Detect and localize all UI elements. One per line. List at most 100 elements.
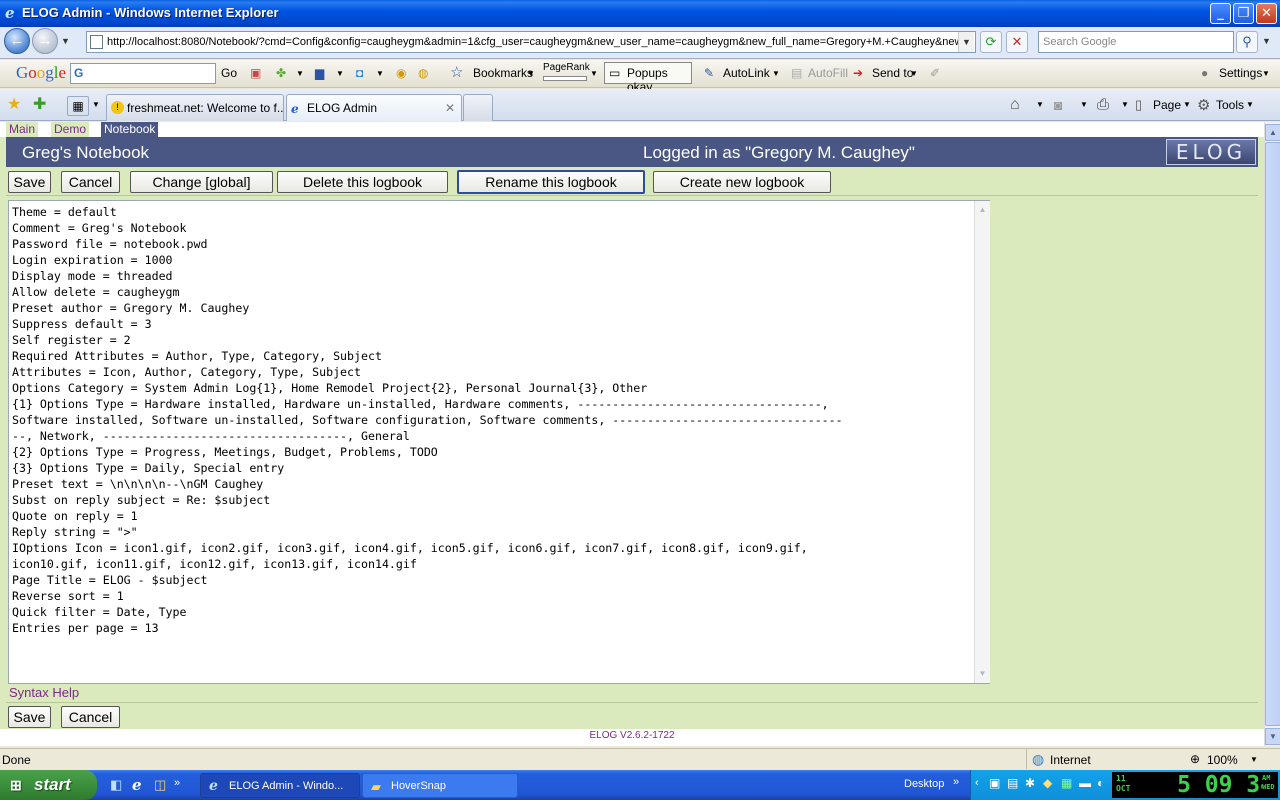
address-dropdown-icon[interactable]: ▼ xyxy=(958,32,974,52)
tab-freshmeat[interactable]: ! freshmeat.net: Welcome to f... xyxy=(106,94,284,121)
taskbar-item-elog-admin[interactable]: e ELOG Admin - Windo... xyxy=(200,773,360,798)
sendto-button[interactable]: Send to xyxy=(872,66,913,80)
logbook-tab-main[interactable]: Main xyxy=(6,122,39,137)
tray-lan-icon[interactable]: ▦ xyxy=(1061,776,1072,790)
scroll-down-icon[interactable]: ▼ xyxy=(1265,728,1280,745)
puzzle-dropdown-icon[interactable]: ▼ xyxy=(296,69,304,78)
puzzle-icon[interactable]: ✤ xyxy=(276,66,286,80)
address-bar[interactable]: http://localhost:8080/Notebook/?cmd=Conf… xyxy=(86,31,976,53)
tray-shield-icon[interactable]: ◆ xyxy=(1043,776,1052,790)
start-button[interactable]: ⊞ start xyxy=(0,770,97,800)
back-button[interactable]: ← xyxy=(4,28,30,54)
search-options-dropdown-icon[interactable]: ▼ xyxy=(1262,36,1271,46)
google-go-button[interactable]: Go xyxy=(221,66,237,80)
autolink-dropdown-icon[interactable]: ▼ xyxy=(772,69,780,78)
feeds-dropdown-icon[interactable]: ▼ xyxy=(1080,100,1088,109)
settings-gear-icon[interactable]: ● xyxy=(1201,66,1208,80)
pencil-icon[interactable]: ✐ xyxy=(930,66,940,80)
autolink-icon[interactable]: ✎ xyxy=(704,66,714,80)
refresh-button[interactable]: ⟳ xyxy=(980,31,1002,53)
cancel-button[interactable]: Cancel xyxy=(61,171,120,193)
tools-menu-button[interactable]: Tools xyxy=(1216,98,1244,112)
history-dropdown-icon[interactable]: ▼ xyxy=(61,36,70,46)
bookmarks-dropdown-icon[interactable]: ▼ xyxy=(527,69,535,78)
print-dropdown-icon[interactable]: ▼ xyxy=(1121,100,1129,109)
settings-dropdown-icon[interactable]: ▼ xyxy=(1262,69,1270,78)
page-dropdown-icon[interactable]: ▼ xyxy=(1183,100,1191,109)
show-desktop-icon[interactable]: ◧ xyxy=(110,777,122,793)
minimize-button[interactable]: _ xyxy=(1210,3,1231,24)
tray-network-icon[interactable]: ▣ xyxy=(989,776,1000,790)
elog-logo[interactable]: ELOG xyxy=(1166,139,1256,165)
tray-monitor-icon[interactable]: ▤ xyxy=(1007,776,1018,790)
save-button[interactable]: Save xyxy=(8,171,51,193)
config-text[interactable]: Theme = default Comment = Greg's Noteboo… xyxy=(12,204,970,680)
maximize-button[interactable]: ❐ xyxy=(1233,3,1254,24)
autolink-button[interactable]: AutoLink xyxy=(723,66,770,80)
bookmarks-button[interactable]: Bookmarks xyxy=(473,66,533,80)
security-zone[interactable]: Internet xyxy=(1050,753,1091,767)
window-title-bar[interactable]: e ELOG Admin - Windows Internet Explorer xyxy=(0,0,1280,27)
save-disk-icon[interactable]: ▆ xyxy=(315,66,324,80)
quicklaunch-outlook-icon[interactable]: ◫ xyxy=(154,777,166,793)
search-icon[interactable]: ⚲ xyxy=(1236,31,1258,53)
favorites-star-icon[interactable]: ★ xyxy=(7,94,21,114)
spellcheck-icon[interactable]: ◉ xyxy=(396,66,406,80)
stop-button[interactable]: ✕ xyxy=(1006,31,1028,53)
desktop-toolbar-label[interactable]: Desktop xyxy=(904,778,944,790)
new-tab-button[interactable] xyxy=(463,94,493,121)
logbook-tab-demo[interactable]: Demo xyxy=(51,122,90,137)
change-global-button[interactable]: Change [global] xyxy=(130,171,273,193)
sendto-dropdown-icon[interactable]: ▼ xyxy=(910,69,918,78)
elog-version-footer[interactable]: ELOG V2.6.2-1722 xyxy=(0,729,1264,746)
page-scrollbar[interactable]: ▲ ▼ xyxy=(1264,122,1280,746)
close-window-button[interactable]: ✕ xyxy=(1256,3,1277,24)
page-menu-button[interactable]: Page xyxy=(1153,98,1181,112)
pagerank-dropdown-icon[interactable]: ▼ xyxy=(590,69,598,78)
google-search-input[interactable]: G xyxy=(70,63,216,84)
quicklaunch-more-icon[interactable]: » xyxy=(174,777,180,789)
scroll-thumb[interactable] xyxy=(1265,142,1280,726)
delete-logbook-button[interactable]: Delete this logbook xyxy=(277,171,448,193)
create-logbook-button[interactable]: Create new logbook xyxy=(653,171,831,193)
taskbar-item-hoversnap[interactable]: ▰ HoverSnap xyxy=(362,773,518,798)
gmail-dropdown-icon[interactable]: ▼ xyxy=(376,69,384,78)
tray-drive-icon[interactable]: ▬ xyxy=(1079,776,1091,790)
highlight-icon[interactable]: ◍ xyxy=(418,66,428,80)
quicklaunch-ie-icon[interactable]: e xyxy=(132,776,142,794)
tray-expand-icon[interactable]: ‹ xyxy=(975,777,979,789)
zoom-dropdown-icon[interactable]: ▼ xyxy=(1250,755,1258,764)
textarea-scroll-up-icon[interactable]: ▲ xyxy=(975,202,990,218)
feeds-icon[interactable]: ◙ xyxy=(1054,97,1062,113)
news-icon[interactable]: ▣ xyxy=(250,66,261,80)
print-icon[interactable]: ⎙ xyxy=(1097,96,1109,113)
config-textarea[interactable]: Theme = default Comment = Greg's Noteboo… xyxy=(8,200,990,684)
tab-list-dropdown-icon[interactable]: ▼ xyxy=(92,100,100,109)
rename-logbook-button[interactable]: Rename this logbook xyxy=(457,170,645,194)
home-dropdown-icon[interactable]: ▼ xyxy=(1036,100,1044,109)
forward-button[interactable]: → xyxy=(32,28,58,54)
tab-elog-admin[interactable]: e ELOG Admin ✕ xyxy=(286,94,462,121)
scroll-up-icon[interactable]: ▲ xyxy=(1265,124,1280,141)
elog-version[interactable]: ELOG V2.6.2-1722 xyxy=(589,730,674,741)
desktop-toolbar-expand-icon[interactable]: » xyxy=(953,776,959,788)
logbook-tab-notebook[interactable]: Notebook xyxy=(101,122,159,137)
tray-bluetooth-icon[interactable]: ✱ xyxy=(1025,776,1035,790)
google-logo[interactable]: Google xyxy=(16,63,66,83)
cancel-button-bottom[interactable]: Cancel xyxy=(61,706,120,728)
tools-dropdown-icon[interactable]: ▼ xyxy=(1246,100,1254,109)
zoom-level[interactable]: 100% xyxy=(1207,753,1238,767)
gmail-icon[interactable]: ◘ xyxy=(356,66,363,80)
tray-speaker-icon[interactable]: ◐ xyxy=(1097,776,1104,790)
syntax-help-link[interactable]: Syntax Help xyxy=(9,685,79,700)
add-favorite-icon[interactable]: ✚ xyxy=(33,94,46,114)
home-icon[interactable]: ⌂ xyxy=(1010,96,1020,114)
quick-tabs-icon[interactable]: ▦ xyxy=(67,96,89,116)
bookmarks-star-icon[interactable]: ☆ xyxy=(450,63,463,81)
taskbar-clock[interactable]: 11 OCT 5 09 34 AM WED xyxy=(1112,772,1278,798)
save-dropdown-icon[interactable]: ▼ xyxy=(336,69,344,78)
save-button-bottom[interactable]: Save xyxy=(8,706,51,728)
close-tab-icon[interactable]: ✕ xyxy=(445,95,455,121)
sendto-icon[interactable]: ➔ xyxy=(853,66,863,80)
settings-button[interactable]: Settings xyxy=(1219,66,1262,80)
